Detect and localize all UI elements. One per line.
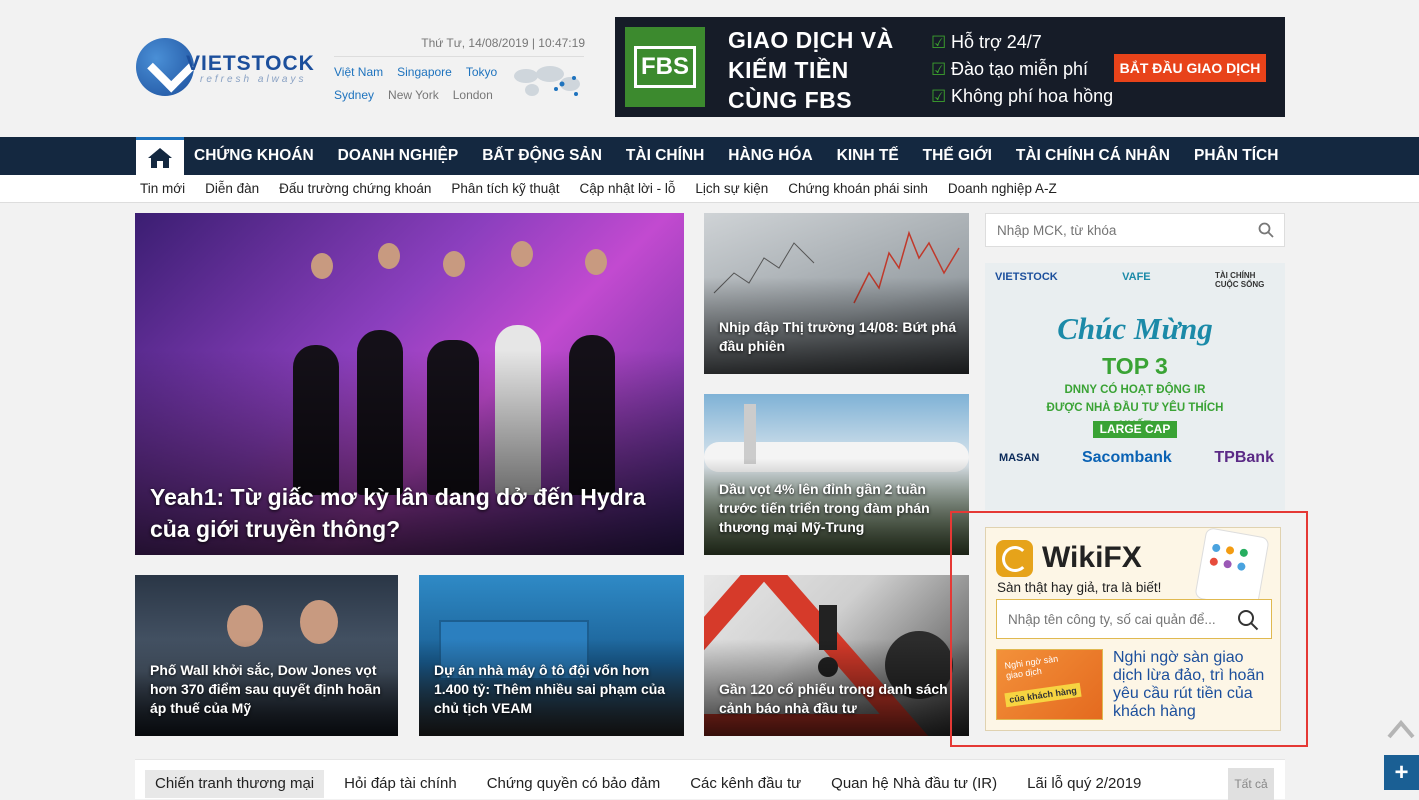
article-card[interactable]: Gần 120 cổ phiếu trong danh sách cảnh bá… [704,575,969,736]
tab-hoi-dap-tai-chinh[interactable]: Hỏi đáp tài chính [344,770,467,798]
city-singapore[interactable]: Singapore [397,65,452,79]
ad-logo-vafe: VAFE [1122,271,1151,283]
tab-chien-tranh-thuong-mai[interactable]: Chiến tranh thương mại [145,770,325,798]
subnav-dien-dan[interactable]: Diễn đàn [205,175,259,202]
home-button[interactable] [136,137,184,175]
subnav-lich-su-kien[interactable]: Lịch sự kiện [695,175,768,202]
topic-tabs: Chiến tranh thương mại Hỏi đáp tài chính… [135,759,1285,800]
fbs-advertisement[interactable]: FBS GIAO DỊCH VÀ KIẾM TIỀN CÙNG FBS Hỗ t… [615,17,1285,117]
nav-tai-chinh[interactable]: TÀI CHÍNH [626,137,704,175]
nav-hang-hoa[interactable]: HÀNG HÓA [728,137,812,175]
article-title[interactable]: Nhịp đập Thị trường 14/08: Bứt phá đầu p… [719,318,957,356]
ad-top3: TOP 3 [1102,353,1168,379]
figure-head [300,600,338,644]
fbs-perk: Không phí hoa hồng [931,83,1113,110]
stock-search [985,213,1285,247]
pipe-valve-image [744,404,756,464]
search-icon[interactable] [1258,222,1274,238]
fbs-perks: Hỗ trợ 24/7 Đào tạo miễn phí Không phí h… [931,29,1113,110]
vietstock-ir-advertisement[interactable]: VIETSTOCK VAFE TÀI CHÍNH CUỘC SỐNG Chúc … [985,263,1285,510]
subnav-phai-sinh[interactable]: Chứng khoán phái sinh [788,175,928,202]
sponsor-tpbank: TPBank [1214,449,1274,466]
fbs-start-trading-button[interactable]: BẮT ĐẦU GIAO DỊCH [1114,54,1266,82]
world-map-icon [514,66,580,96]
nav-bat-dong-san[interactable]: BẤT ĐỘNG SẢN [482,137,602,175]
article-card[interactable]: Dầu vọt 4% lên đỉnh gần 2 tuần trước tiế… [704,394,969,555]
fbs-headline: GIAO DỊCH VÀ KIẾM TIỀN CÙNG FBS [728,27,894,113]
sub-nav: Tin mới Diễn đàn Đấu trường chứng khoán … [0,175,1419,203]
figure-head [443,251,465,277]
tab-quan-he-ndt[interactable]: Quan hệ Nhà đầu tư (IR) [831,770,1007,798]
figure-head [511,241,533,267]
home-icon [148,147,172,168]
city-vietnam[interactable]: Việt Nam [334,65,383,79]
ad-logo-tccs: TÀI CHÍNH CUỘC SỐNG [1214,271,1265,289]
nav-kinh-te[interactable]: KINH TẾ [837,137,899,175]
city-new-york[interactable]: New York [388,88,439,102]
fbs-perk: Hỗ trợ 24/7 [931,29,1113,56]
city-london[interactable]: London [453,88,493,102]
ad-logo-vietstock: VIETSTOCK [995,271,1058,283]
sponsor-sacombank: Sacombank [1081,449,1172,466]
article-title[interactable]: Gần 120 cổ phiếu trong danh sách cảnh bá… [719,680,957,718]
nav-the-gioi[interactable]: THẾ GIỚI [923,137,992,175]
fbs-logo: FBS [625,27,705,107]
article-title[interactable]: Dự án nhà máy ô tô đội vốn hơn 1.400 tỷ:… [434,661,672,718]
sponsor-masan: MASAN [999,452,1040,464]
all-tabs-button[interactable]: Tất cả [1228,768,1274,800]
city-tokyo[interactable]: Tokyo [466,65,497,79]
vietstock-logo[interactable]: VIETSTOCK refresh always [136,36,316,98]
subnav-phan-tich-ky-thuat[interactable]: Phân tích kỹ thuật [451,175,559,202]
tab-chung-quyen[interactable]: Chứng quyền có bảo đảm [487,770,671,798]
tab-lai-lo-quy[interactable]: Lãi lỗ quý 2/2019 [1027,770,1151,798]
stock-search-input[interactable] [986,214,1251,246]
nav-doanh-nghiep[interactable]: DOANH NGHIỆP [338,137,459,175]
current-datetime: Thứ Tư, 14/08/2019 | 10:47:19 [421,36,585,50]
hero-article[interactable]: Yeah1: Từ giấc mơ kỳ lân dang dở đến Hyd… [135,213,684,555]
article-title[interactable]: Phố Wall khởi sắc, Dow Jones vọt hơn 370… [150,661,386,718]
subnav-doanh-nghiep-az[interactable]: Doanh nghiệp A-Z [948,175,1057,202]
ad-partner-logos: VIETSTOCK VAFE TÀI CHÍNH CUỘC SỐNG [995,271,1275,289]
city-sydney[interactable]: Sydney [334,88,374,102]
article-card[interactable]: Dự án nhà máy ô tô đội vốn hơn 1.400 tỷ:… [419,575,684,736]
scroll-to-top-icon[interactable] [1386,717,1416,741]
hero-article-title[interactable]: Yeah1: Từ giấc mơ kỳ lân dang dở đến Hyd… [150,481,672,545]
logo-name: VIETSTOCK [186,52,315,75]
main-nav: CHỨNG KHOÁN DOANH NGHIỆP BẤT ĐỘNG SẢN TÀ… [0,137,1419,175]
nav-chung-khoan[interactable]: CHỨNG KHOÁN [194,137,314,175]
article-card[interactable]: Nhịp đập Thị trường 14/08: Bứt phá đầu p… [704,213,969,374]
nav-tai-chinh-ca-nhan[interactable]: TÀI CHÍNH CÁ NHÂN [1016,137,1170,175]
subnav-cap-nhat-loi-lo[interactable]: Cập nhật lời - lỗ [580,175,676,202]
subnav-dau-truong[interactable]: Đấu trường chứng khoán [279,175,431,202]
plus-icon[interactable]: + [1384,755,1419,790]
ad-greeting: Chúc Mừng [1057,311,1213,346]
logo-tagline: refresh always [200,74,307,85]
nav-phan-tich[interactable]: PHÂN TÍCH [1194,137,1278,175]
ad-large-cap-badge: LARGE CAP [1093,421,1177,438]
figure-head [585,249,607,275]
article-title[interactable]: Dầu vọt 4% lên đỉnh gần 2 tuần trước tiế… [719,480,957,537]
article-card[interactable]: Phố Wall khởi sắc, Dow Jones vọt hơn 370… [135,575,398,736]
ad-sponsors: MASAN Sacombank TPBank [999,449,1274,467]
subnav-tin-moi[interactable]: Tin mới [140,175,185,202]
tab-kenh-dau-tu[interactable]: Các kênh đầu tư [690,770,811,798]
highlight-box [950,511,1308,747]
fbs-perk: Đào tạo miễn phí [931,56,1113,83]
figure-head [378,243,400,269]
figure-head [311,253,333,279]
